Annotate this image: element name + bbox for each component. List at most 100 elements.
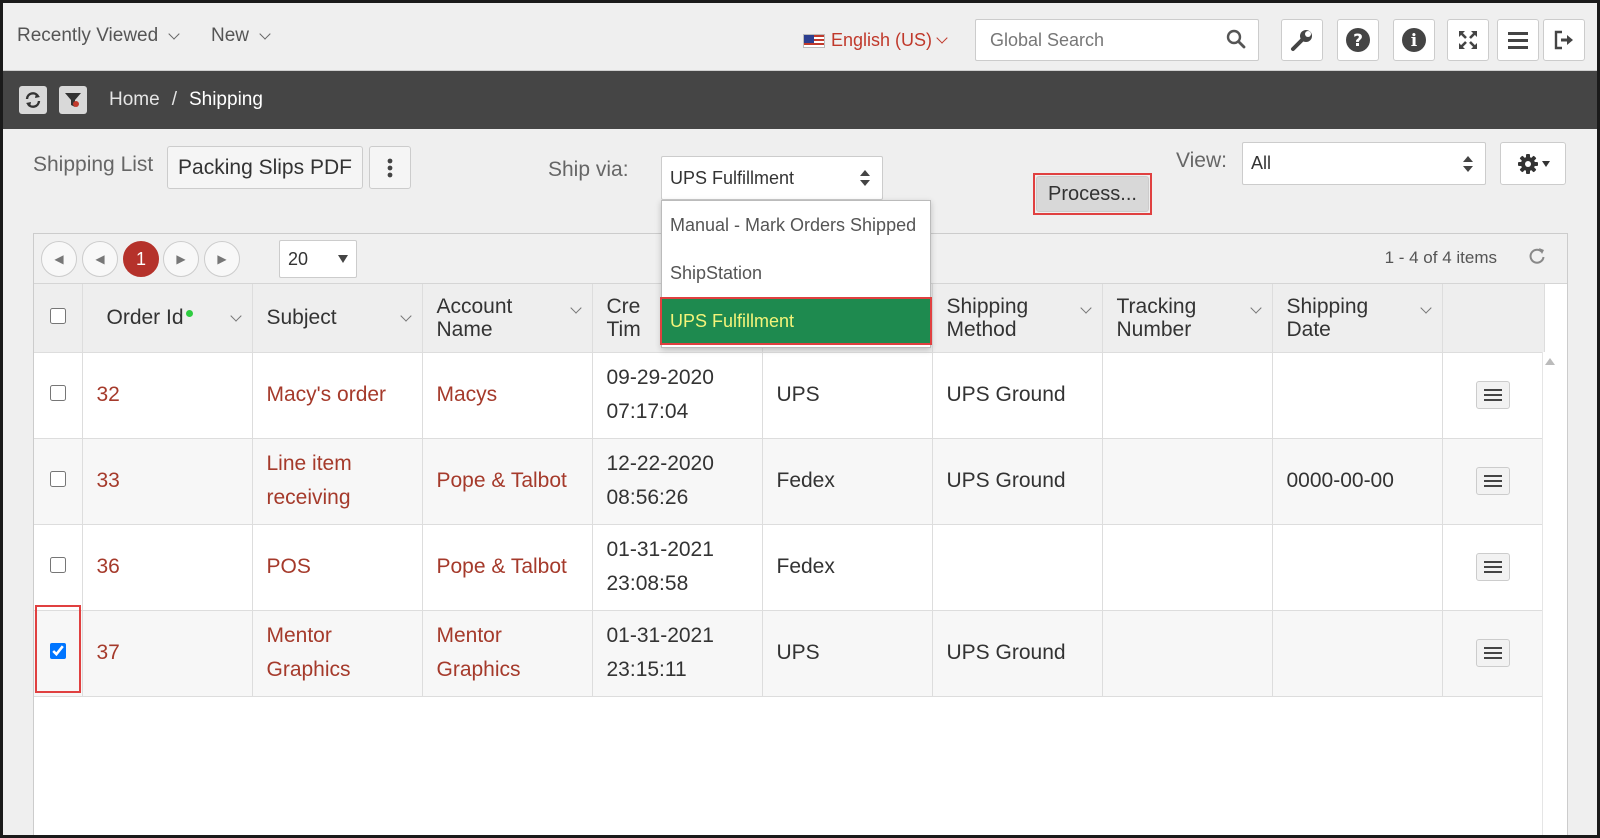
subject-link[interactable]: Line item receiving — [252, 438, 423, 525]
account-link[interactable]: Mentor Graphics — [422, 610, 593, 697]
hamburger-icon — [1508, 32, 1528, 49]
account-link[interactable]: Pope & Talbot — [422, 438, 593, 525]
first-page-button[interactable]: ◀​ — [41, 241, 77, 277]
breadcrumb-home[interactable]: Home — [109, 89, 160, 111]
created-time-cell: 09-29-2020 07:17:04 — [592, 352, 763, 439]
search-icon[interactable] — [1226, 29, 1246, 49]
chevron-down-icon[interactable] — [1249, 302, 1262, 314]
subject-link[interactable]: Mentor Graphics — [252, 610, 423, 697]
global-search-input[interactable] — [976, 20, 1206, 60]
account-link[interactable]: Macys — [422, 352, 593, 439]
shipping-method-cell — [932, 524, 1103, 611]
language-label: English (US) — [831, 30, 933, 50]
logout-button[interactable] — [1543, 19, 1585, 61]
account-link[interactable]: Pope & Talbot — [422, 524, 593, 611]
recently-viewed-label: Recently Viewed — [17, 25, 159, 46]
column-label: Account — [436, 294, 513, 318]
ship-via-select[interactable]: UPS Fulfillment — [661, 156, 883, 200]
menu-button[interactable] — [1497, 19, 1539, 61]
row-actions-cell — [1442, 524, 1545, 611]
vertical-scrollbar[interactable] — [1542, 352, 1567, 835]
sync-icon — [25, 92, 41, 108]
column-subject[interactable]: Subject — [252, 284, 423, 353]
cell-line: POS — [266, 555, 311, 578]
row-checkbox[interactable] — [49, 385, 66, 401]
breadcrumb-separator: / — [171, 89, 177, 110]
highlight-outline — [1033, 173, 1152, 215]
shipping-method-cell: UPS Ground — [932, 352, 1103, 439]
view-select[interactable]: All — [1242, 142, 1486, 185]
highlight-outline — [35, 605, 81, 693]
cell-line: 01-31-2021 — [606, 624, 714, 647]
chevron-down-icon[interactable] — [399, 310, 412, 322]
column-order-id[interactable]: Order Id — [82, 284, 253, 353]
tools-button[interactable] — [1281, 19, 1323, 61]
row-select-cell — [34, 352, 83, 439]
packing-slips-pdf-button[interactable]: Packing Slips PDF — [167, 146, 363, 189]
gear-icon — [1517, 153, 1538, 174]
order-id-link[interactable]: 33 — [82, 438, 253, 525]
column-tracking-number[interactable]: Tracking Number — [1102, 284, 1273, 353]
order-id-link[interactable]: 37 — [82, 610, 253, 697]
chevron-down-icon[interactable] — [569, 302, 582, 314]
global-search — [975, 19, 1259, 61]
select-all-checkbox[interactable] — [49, 308, 66, 325]
column-account-name[interactable]: Account Name — [422, 284, 593, 353]
last-page-button[interactable]: ▶ — [204, 241, 240, 277]
prev-page-button[interactable]: ◀ — [82, 241, 118, 277]
chevron-down-icon[interactable] — [229, 310, 242, 322]
page-size-select[interactable]: 20 — [279, 240, 357, 278]
page-size-value: 20 — [288, 248, 309, 269]
row-menu-button[interactable] — [1476, 639, 1510, 667]
column-shipping-date[interactable]: Shipping Date — [1272, 284, 1443, 353]
refresh-button[interactable] — [19, 86, 47, 114]
page-info: 1 - 4 of 4 items — [1384, 248, 1497, 267]
tracking-number-cell — [1102, 524, 1273, 611]
cell-line: 12-22-2020 — [606, 452, 714, 475]
shipping-date-cell — [1272, 524, 1443, 611]
language-selector[interactable]: English (US) — [803, 30, 948, 51]
ship-via-label: Ship via: — [548, 158, 629, 181]
caret-down-icon — [1541, 160, 1550, 167]
order-id-link[interactable]: 36 — [82, 524, 253, 611]
next-page-button[interactable]: ▶ — [163, 241, 199, 277]
created-time-cell: 12-22-2020 08:56:26 — [592, 438, 763, 525]
row-checkbox[interactable] — [49, 557, 66, 573]
chevron-down-icon[interactable] — [1419, 302, 1432, 314]
hamburger-icon — [1484, 389, 1502, 401]
cell-line: 23:15:11 — [606, 658, 687, 681]
ship-via-option[interactable]: Manual - Mark Orders Shipped — [662, 201, 930, 249]
fullscreen-button[interactable] — [1447, 19, 1489, 61]
page-1-button[interactable]: 1 — [123, 241, 159, 277]
status-dot-icon — [185, 310, 193, 318]
row-menu-button[interactable] — [1476, 381, 1510, 409]
ship-via-option[interactable]: ShipStation — [662, 249, 930, 297]
ship-via-value: UPS Fulfillment — [670, 167, 795, 188]
order-id-link[interactable]: 32 — [82, 352, 253, 439]
cell-line: Graphics — [266, 658, 351, 681]
column-label: Tracking — [1116, 294, 1197, 318]
column-label: Cre — [606, 294, 641, 318]
cell-line: Macys — [436, 383, 498, 406]
scroll-up-arrow-icon[interactable] — [1545, 358, 1555, 365]
row-menu-button[interactable] — [1476, 553, 1510, 581]
svg-text:i: i — [1411, 31, 1418, 51]
info-button[interactable]: i — [1393, 19, 1435, 61]
settings-button[interactable] — [1500, 142, 1566, 185]
breadcrumb-bar: Home / Shipping — [3, 71, 1597, 129]
subject-link[interactable]: Macy's order — [252, 352, 423, 439]
help-button[interactable]: ? — [1337, 19, 1379, 61]
subject-link[interactable]: POS — [252, 524, 423, 611]
reload-icon[interactable] — [1527, 246, 1547, 266]
recently-viewed-menu[interactable]: Recently Viewed — [17, 25, 180, 47]
new-menu[interactable]: New — [211, 25, 271, 47]
row-checkbox[interactable] — [49, 471, 66, 487]
filter-button[interactable] — [59, 86, 87, 114]
ship-via-option-selected[interactable]: UPS Fulfillment — [660, 297, 932, 345]
column-actions — [1442, 284, 1545, 353]
shipping-date-cell — [1272, 610, 1443, 697]
column-shipping-method[interactable]: Shipping Method — [932, 284, 1103, 353]
row-menu-button[interactable] — [1476, 467, 1510, 495]
more-actions-button[interactable] — [369, 146, 411, 189]
chevron-down-icon[interactable] — [1079, 302, 1092, 314]
